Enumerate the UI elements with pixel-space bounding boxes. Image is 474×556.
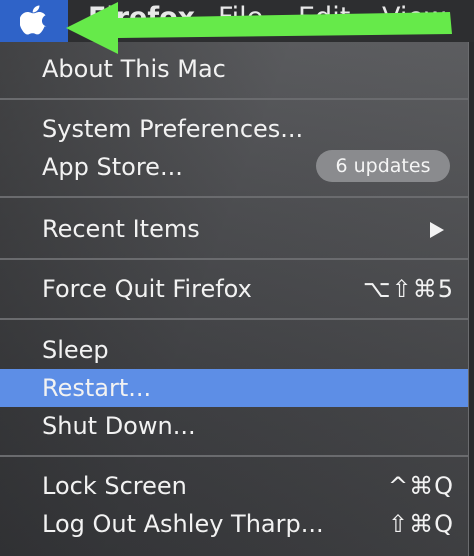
menu-item-recent-items[interactable]: Recent Items — [0, 210, 468, 248]
updates-badge: 6 updates — [316, 150, 450, 182]
shortcut-lock-screen: ^⌘Q — [388, 472, 454, 500]
menu-item-label: Lock Screen — [42, 472, 187, 500]
menu-item-label: App Store... — [42, 153, 183, 181]
menu-item-restart[interactable]: Restart... — [0, 369, 468, 407]
menu-item-force-quit[interactable]: Force Quit Firefox ⌥⇧⌘5 — [0, 270, 468, 308]
menubar-item-view[interactable]: View — [382, 2, 446, 33]
menu-separator — [0, 98, 468, 100]
menu-item-about-this-mac[interactable]: About This Mac — [0, 50, 468, 88]
menu-item-label: Restart... — [42, 374, 152, 402]
menu-item-label: Recent Items — [42, 215, 200, 243]
menu-separator — [0, 196, 468, 198]
menu-item-lock-screen[interactable]: Lock Screen ^⌘Q — [0, 467, 468, 505]
menu-item-label: Log Out Ashley Tharp... — [42, 510, 324, 538]
shortcut-log-out: ⇧⌘Q — [388, 510, 454, 538]
menu-item-label: Sleep — [42, 336, 109, 364]
menubar-item-edit[interactable]: Edit — [298, 2, 350, 33]
shortcut-force-quit: ⌥⇧⌘5 — [362, 275, 454, 303]
menu-item-label: Shut Down... — [42, 412, 196, 440]
menu-item-label: System Preferences... — [42, 115, 304, 143]
apple-menu-button[interactable] — [0, 0, 68, 42]
apple-logo-icon — [20, 5, 47, 35]
menu-bar: Firefox File Edit View — [0, 0, 474, 42]
menu-item-label: Force Quit Firefox — [42, 275, 252, 303]
submenu-arrow-icon — [430, 222, 444, 238]
menu-separator — [0, 318, 468, 320]
menu-item-system-preferences[interactable]: System Preferences... — [0, 110, 468, 148]
menu-separator — [0, 455, 468, 457]
menu-item-sleep[interactable]: Sleep — [0, 331, 468, 369]
apple-menu-dropdown: About This Mac System Preferences... App… — [0, 42, 469, 556]
menu-item-label: About This Mac — [42, 55, 226, 83]
menu-separator — [0, 258, 468, 260]
menu-item-log-out[interactable]: Log Out Ashley Tharp... ⇧⌘Q — [0, 505, 468, 543]
menu-item-shut-down[interactable]: Shut Down... — [0, 407, 468, 445]
menubar-item-file[interactable]: File — [218, 2, 263, 33]
menu-item-app-store[interactable]: App Store... 6 updates — [0, 148, 468, 186]
menubar-item-firefox[interactable]: Firefox — [88, 2, 195, 33]
